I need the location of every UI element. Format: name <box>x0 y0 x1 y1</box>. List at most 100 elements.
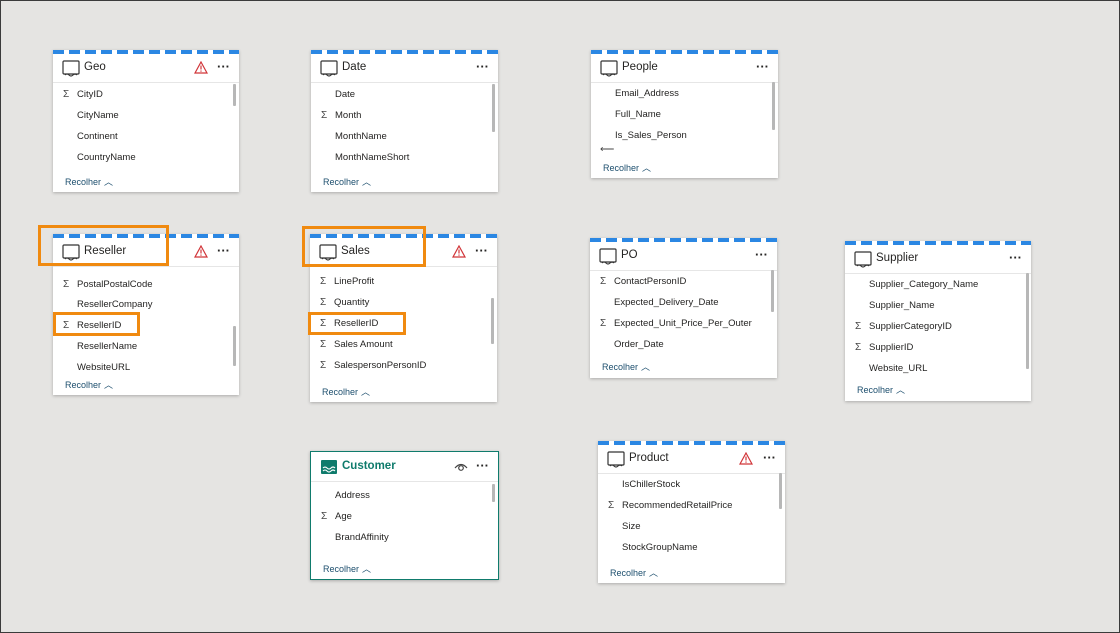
model-canvas[interactable]: Geo ··· Σ CityID CityName Continent Count… <box>0 0 1120 633</box>
collapse-label: Recolher <box>65 380 102 390</box>
field-name: StockGroupName <box>622 542 698 553</box>
table-card-people[interactable]: People ··· Email_Address Full_Name Is_Sa… <box>591 50 778 178</box>
chevron-up-icon: ︿ <box>896 385 906 395</box>
warning-icon[interactable] <box>739 452 753 465</box>
field-name: WebsiteURL <box>77 362 131 373</box>
collapse-label: Recolher <box>65 177 102 187</box>
more-options-icon[interactable]: ··· <box>763 450 776 465</box>
collapse-link[interactable]: Recolher ︿ <box>323 562 371 575</box>
sigma-icon: Σ <box>320 360 327 371</box>
scrollbar[interactable] <box>233 84 236 106</box>
sigma-icon: Σ <box>63 279 70 290</box>
table-icon <box>62 244 80 261</box>
card-stripe <box>53 50 239 54</box>
table-title: Supplier <box>876 252 919 264</box>
sigma-icon: Σ <box>320 318 327 329</box>
table-title: Date <box>342 61 367 73</box>
more-options-icon[interactable]: ··· <box>475 243 488 258</box>
table-card-product[interactable]: Product ··· IsChillerStock Σ RecommendedR… <box>598 441 785 583</box>
card-stripe <box>598 441 785 445</box>
field-name: ResellerID <box>334 318 379 329</box>
field-name: SupplierID <box>869 342 914 353</box>
card-stripe <box>591 50 778 54</box>
scrollbar[interactable] <box>233 326 236 366</box>
card-header[interactable]: People ··· <box>591 56 778 83</box>
field-name: Month <box>335 110 362 121</box>
card-stripe <box>53 234 239 238</box>
collapse-link[interactable]: Recolher ︿ <box>323 175 371 188</box>
chevron-up-icon: ︿ <box>361 387 371 397</box>
eye-icon[interactable] <box>454 461 468 473</box>
field-name: Full_Name <box>615 109 661 120</box>
field-name: MonthNameShort <box>335 152 410 163</box>
collapse-link[interactable]: Recolher ︿ <box>322 385 370 398</box>
relationship-arrow-icon: ⟵ <box>600 144 615 155</box>
more-options-icon[interactable]: ··· <box>476 59 489 74</box>
collapse-link[interactable]: Recolher ︿ <box>65 378 113 391</box>
card-header[interactable]: Date ··· <box>311 56 498 83</box>
field-name: Is_Sales_Person <box>615 130 687 141</box>
card-header[interactable]: Supplier ··· <box>845 247 1031 274</box>
warning-icon[interactable] <box>452 245 466 258</box>
scrollbar[interactable] <box>492 484 495 502</box>
table-icon <box>599 248 617 265</box>
collapse-link[interactable]: Recolher ︿ <box>603 161 651 174</box>
collapse-label: Recolher <box>610 568 647 578</box>
table-title: Reseller <box>84 245 127 257</box>
collapse-link[interactable]: Recolher ︿ <box>857 383 905 396</box>
chevron-up-icon: ︿ <box>104 177 114 187</box>
table-card-date[interactable]: Date ··· Date Σ Month MonthName MonthName… <box>311 50 498 192</box>
collapse-link[interactable]: Recolher ︿ <box>65 175 113 188</box>
scrollbar[interactable] <box>1026 273 1029 369</box>
field-name: BrandAffinity <box>335 532 389 543</box>
collapse-label: Recolher <box>323 564 360 574</box>
card-header[interactable]: Reseller ··· <box>53 240 239 267</box>
collapse-link[interactable]: Recolher ︿ <box>610 566 658 579</box>
more-options-icon[interactable]: ··· <box>756 59 769 74</box>
field-name: CityName <box>77 110 119 121</box>
card-header[interactable]: Customer ··· <box>311 455 498 482</box>
more-options-icon[interactable]: ··· <box>755 247 768 262</box>
scrollbar[interactable] <box>772 82 775 130</box>
table-title: Customer <box>342 460 396 472</box>
more-options-icon[interactable]: ··· <box>217 243 230 258</box>
card-header[interactable]: Geo ··· <box>53 56 239 83</box>
warning-icon[interactable] <box>194 245 208 258</box>
table-icon <box>607 451 625 468</box>
field-name: Order_Date <box>614 339 664 350</box>
sigma-icon: Σ <box>320 276 327 287</box>
table-card-supplier[interactable]: Supplier ··· Supplier_Category_Name Supp… <box>845 241 1031 401</box>
more-options-icon[interactable]: ··· <box>476 458 489 473</box>
table-card-geo[interactable]: Geo ··· Σ CityID CityName Continent Count… <box>53 50 239 192</box>
more-options-icon[interactable]: ··· <box>217 59 230 74</box>
scrollbar[interactable] <box>779 473 782 509</box>
more-options-icon[interactable]: ··· <box>1009 250 1022 265</box>
table-title: Product <box>629 452 669 464</box>
table-icon <box>319 244 337 261</box>
card-stripe <box>311 50 498 54</box>
field-name: CountryName <box>77 152 136 163</box>
scrollbar[interactable] <box>771 270 774 312</box>
chevron-up-icon: ︿ <box>649 568 659 578</box>
collapse-link[interactable]: Recolher ︿ <box>602 360 650 373</box>
chevron-up-icon: ︿ <box>362 177 372 187</box>
field-name: Expected_Unit_Price_Per_Outer <box>614 318 752 329</box>
card-header[interactable]: Sales ··· <box>310 240 497 267</box>
table-card-customer[interactable]: Customer ··· Address Σ Age BrandAffinity … <box>310 451 499 580</box>
scrollbar[interactable] <box>492 84 495 132</box>
table-title: People <box>622 61 658 73</box>
table-card-sales[interactable]: Sales ··· Σ LineProfit Σ Quantity Σ Reselle… <box>310 234 497 402</box>
card-stripe <box>845 241 1031 245</box>
table-card-reseller[interactable]: Reseller ··· Σ PostalPostalCode ResellerC… <box>53 234 239 395</box>
sigma-icon: Σ <box>321 511 328 522</box>
field-name: SupplierCategoryID <box>869 321 952 332</box>
table-icon <box>854 251 872 268</box>
sigma-icon: Σ <box>320 297 327 308</box>
field-name: Continent <box>77 131 118 142</box>
card-header[interactable]: Product ··· <box>598 447 785 474</box>
table-card-po[interactable]: PO ··· Σ ContactPersonID Expected_Deliver… <box>590 238 777 378</box>
scrollbar[interactable] <box>491 298 494 344</box>
card-header[interactable]: PO ··· <box>590 244 777 271</box>
warning-icon[interactable] <box>194 61 208 74</box>
sigma-icon: Σ <box>608 500 615 511</box>
